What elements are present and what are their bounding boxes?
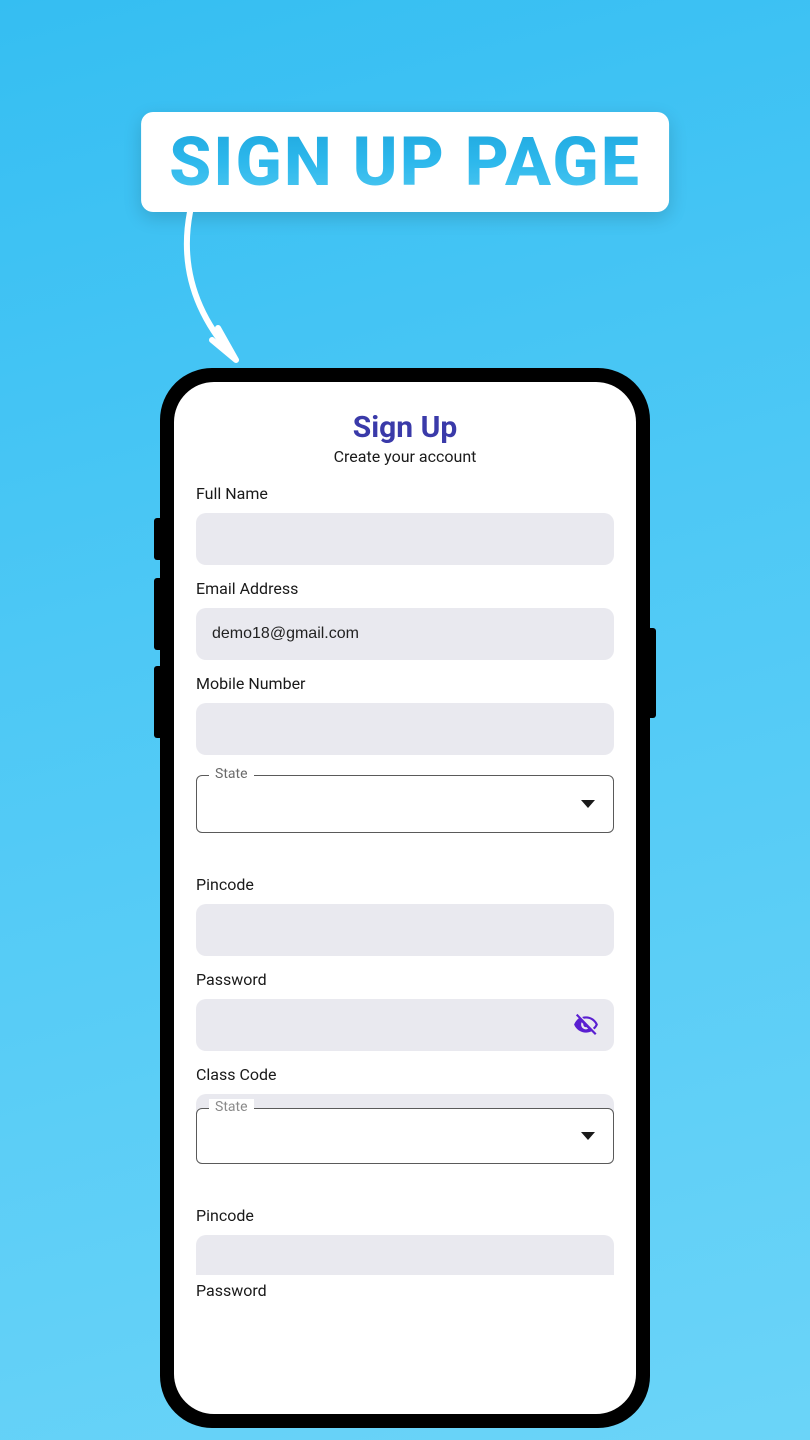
- page-title: Sign Up: [196, 410, 614, 445]
- toggle-password-visibility-button[interactable]: [572, 1011, 600, 1039]
- email-label: Email Address: [196, 579, 614, 598]
- state-legend: State: [209, 766, 254, 782]
- password-label-2: Password: [196, 1281, 614, 1300]
- state-select-wrap: State: [196, 775, 614, 833]
- banner: SIGN UP PAGE: [141, 112, 669, 212]
- pincode-label: Pincode: [196, 875, 614, 894]
- password-label: Password: [196, 970, 614, 989]
- pincode-label-2: Pincode: [196, 1206, 614, 1225]
- page-subtitle: Create your account: [196, 447, 614, 466]
- pincode-input[interactable]: [196, 904, 614, 956]
- pincode-input-2[interactable]: [196, 1235, 614, 1275]
- mobile-input[interactable]: [196, 703, 614, 755]
- mobile-label: Mobile Number: [196, 674, 614, 693]
- state-select-2[interactable]: State: [196, 1108, 614, 1164]
- state-legend-2: State: [209, 1099, 254, 1115]
- fullname-input[interactable]: [196, 513, 614, 565]
- email-input[interactable]: [196, 608, 614, 660]
- phone-frame: Sign Up Create your account Full Name Em…: [160, 368, 650, 1428]
- eye-off-icon: [573, 1012, 599, 1038]
- chevron-down-icon: [581, 800, 595, 808]
- fullname-label: Full Name: [196, 484, 614, 503]
- phone-power-button: [650, 628, 656, 718]
- arrow-icon: [170, 200, 290, 380]
- banner-title: SIGN UP PAGE: [169, 122, 641, 202]
- classcode-label: Class Code: [196, 1065, 614, 1084]
- password-input[interactable]: [196, 999, 614, 1051]
- chevron-down-icon: [581, 1132, 595, 1140]
- app-screen: Sign Up Create your account Full Name Em…: [174, 382, 636, 1414]
- state-select[interactable]: State: [196, 775, 614, 833]
